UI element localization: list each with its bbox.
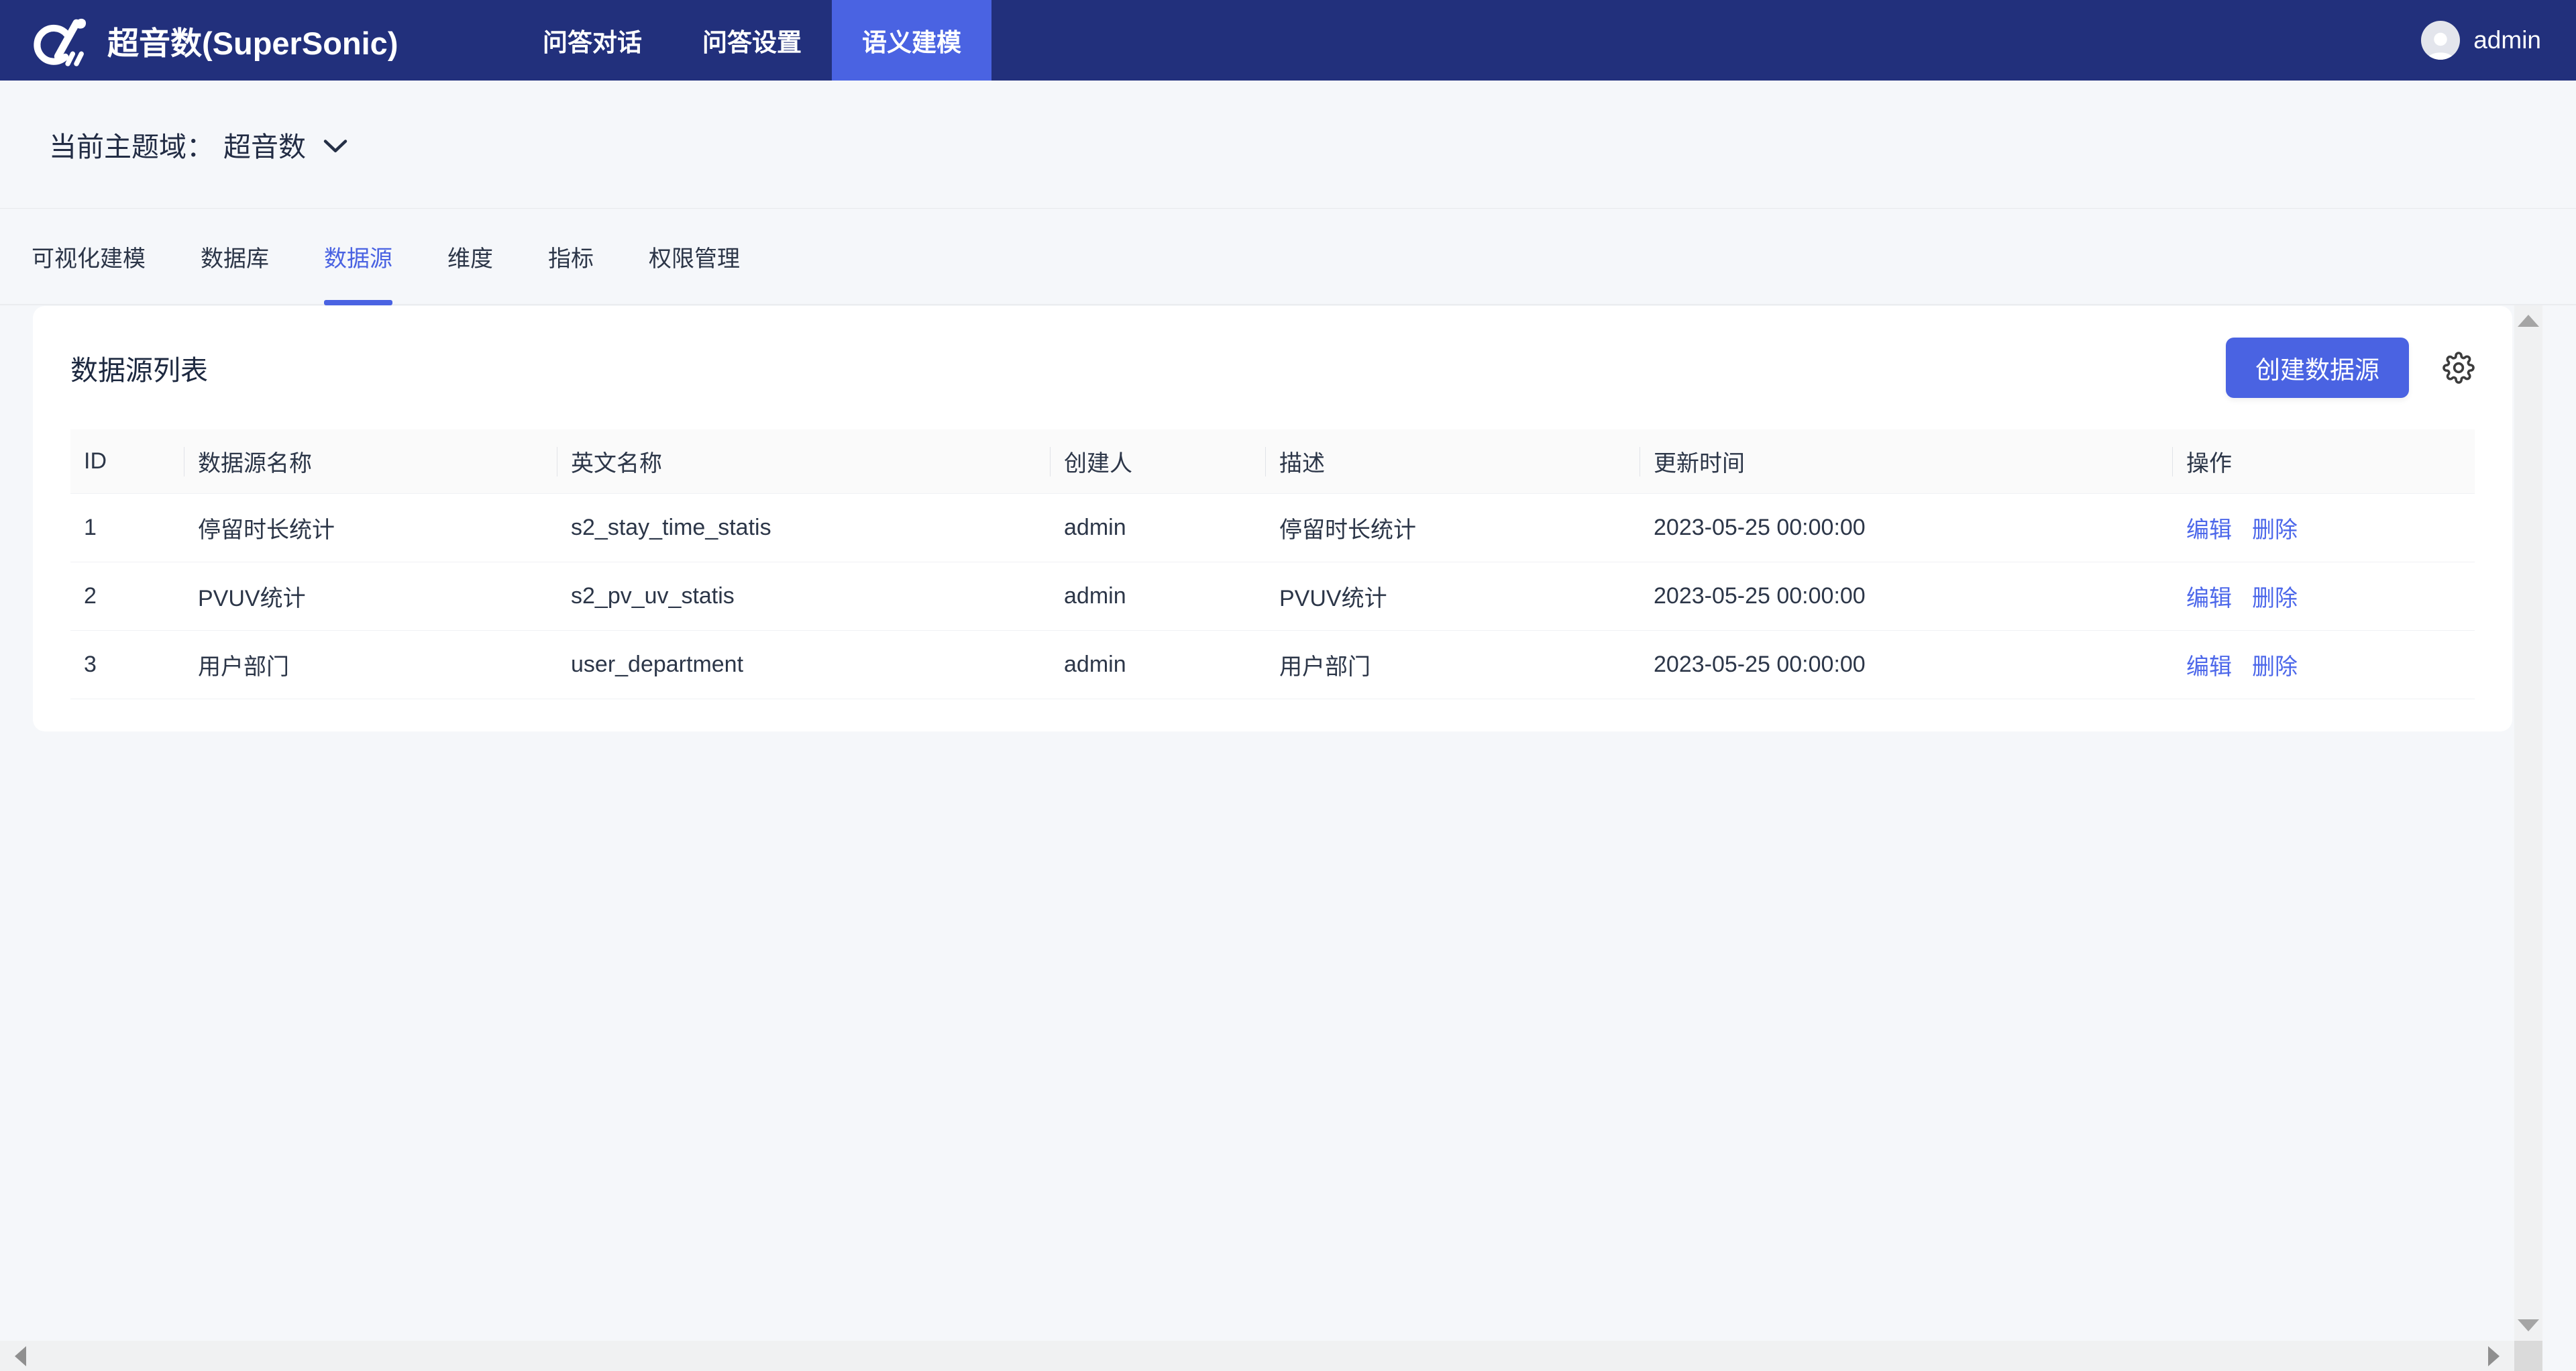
panel-title: 数据源列表 [70,348,208,388]
col-header-id: ID [70,429,184,493]
nav-item-semantic-modeling[interactable]: 语义建模 [832,0,991,81]
datasource-panel: 数据源列表 创建数据源 ID 数据源名称 英文名称 创建人 描述 更新时间 操作 [33,306,2512,731]
cell-id: 1 [70,494,184,562]
domain-selector[interactable]: 当前主题域： 超音数 [49,124,347,164]
cell-english-name: s2_pv_uv_statis [557,562,1051,630]
edit-link[interactable]: 编辑 [2186,580,2232,613]
cell-id: 3 [70,631,184,699]
cell-operations: 编辑 删除 [2173,631,2475,699]
tab-visual-modeling[interactable]: 可视化建模 [32,209,146,304]
scroll-left-arrow-icon[interactable] [15,1346,26,1366]
domain-value: 超音数 [223,124,306,164]
brand-title: 超音数(SuperSonic) [107,17,398,64]
tab-permission[interactable]: 权限管理 [649,209,740,304]
col-header-name: 数据源名称 [184,429,557,493]
scroll-right-arrow-icon[interactable] [2488,1346,2500,1366]
col-header-description: 描述 [1266,429,1640,493]
col-header-english-name: 英文名称 [557,429,1051,493]
nav-item-qa-chat[interactable]: 问答对话 [513,0,672,81]
col-header-updated-at: 更新时间 [1640,429,2173,493]
user-name: admin [2473,26,2541,54]
cell-updated-at: 2023-05-25 00:00:00 [1640,631,2173,699]
cell-creator: admin [1051,631,1266,699]
tab-datasource[interactable]: 数据源 [324,209,392,304]
cell-description: PVUV统计 [1266,562,1640,630]
datasource-table: ID 数据源名称 英文名称 创建人 描述 更新时间 操作 1 停留时长统计 s2… [70,429,2475,699]
cell-creator: admin [1051,562,1266,630]
cell-operations: 编辑 删除 [2173,494,2475,562]
gear-icon[interactable] [2443,352,2475,384]
brand[interactable]: 超音数(SuperSonic) [30,0,398,81]
tab-dimension[interactable]: 维度 [447,209,493,304]
table-row: 2 PVUV统计 s2_pv_uv_statis admin PVUV统计 20… [70,562,2475,631]
delete-link[interactable]: 删除 [2252,648,2298,681]
horizontal-scrollbar[interactable] [0,1341,2514,1371]
delete-link[interactable]: 删除 [2252,580,2298,613]
create-datasource-button[interactable]: 创建数据源 [2226,338,2409,398]
domain-bar: 当前主题域： 超音数 [0,81,2576,209]
cell-creator: admin [1051,494,1266,562]
cell-operations: 编辑 删除 [2173,562,2475,630]
vertical-scrollbar[interactable] [2514,305,2542,1341]
cell-english-name: s2_stay_time_statis [557,494,1051,562]
user-menu[interactable]: admin [2421,0,2541,81]
scroll-up-arrow-icon[interactable] [2518,315,2539,327]
chevron-down-icon [323,139,347,154]
domain-label: 当前主题域： [49,124,214,164]
tab-database[interactable]: 数据库 [201,209,269,304]
scrollbar-corner [2514,1341,2542,1371]
nav-item-qa-settings[interactable]: 问答设置 [672,0,832,81]
model-tabs: 可视化建模 数据库 数据源 维度 指标 权限管理 [0,209,2576,305]
cell-description: 用户部门 [1266,631,1640,699]
panel-header: 数据源列表 创建数据源 [70,337,2475,399]
tab-metric[interactable]: 指标 [548,209,594,304]
table-row: 1 停留时长统计 s2_stay_time_statis admin 停留时长统… [70,494,2475,562]
table-header-row: ID 数据源名称 英文名称 创建人 描述 更新时间 操作 [70,429,2475,494]
col-header-creator: 创建人 [1051,429,1266,493]
col-header-operations: 操作 [2173,429,2475,493]
cell-name: PVUV统计 [184,562,557,630]
cell-updated-at: 2023-05-25 00:00:00 [1640,562,2173,630]
delete-link[interactable]: 删除 [2252,511,2298,544]
scroll-down-arrow-icon[interactable] [2518,1319,2539,1331]
edit-link[interactable]: 编辑 [2186,511,2232,544]
supersonic-logo-icon [30,9,91,71]
cell-name: 用户部门 [184,631,557,699]
panel-actions: 创建数据源 [2226,338,2475,398]
table-row: 3 用户部门 user_department admin 用户部门 2023-0… [70,631,2475,699]
app-root: 超音数(SuperSonic) 问答对话 问答设置 语义建模 admin 当前主… [0,0,2576,1371]
cell-id: 2 [70,562,184,630]
cell-updated-at: 2023-05-25 00:00:00 [1640,494,2173,562]
cell-description: 停留时长统计 [1266,494,1640,562]
cell-english-name: user_department [557,631,1051,699]
edit-link[interactable]: 编辑 [2186,648,2232,681]
cell-name: 停留时长统计 [184,494,557,562]
main-nav: 问答对话 问答设置 语义建模 [513,0,991,81]
top-navbar: 超音数(SuperSonic) 问答对话 问答设置 语义建模 admin [0,0,2576,81]
user-avatar-icon [2421,21,2460,60]
